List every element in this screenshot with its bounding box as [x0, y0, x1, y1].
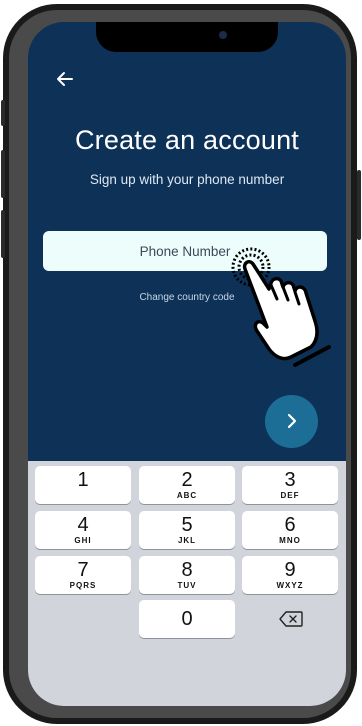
power-button	[357, 170, 361, 240]
page-subtitle: Sign up with your phone number	[89, 172, 285, 187]
key-8[interactable]: 8 TUV	[139, 556, 235, 594]
key-letters: JKL	[177, 536, 197, 545]
mute-switch	[1, 100, 5, 126]
key-letters: TUV	[177, 581, 197, 590]
key-digit: 5	[181, 514, 193, 536]
key-letters: GHI	[74, 536, 92, 545]
arrow-left-icon	[57, 72, 73, 86]
back-button[interactable]	[54, 68, 76, 90]
key-digit: 2	[181, 469, 193, 491]
key-5[interactable]: 5 JKL	[139, 511, 235, 549]
key-1[interactable]: 1	[35, 466, 131, 504]
chevron-right-icon	[287, 413, 297, 429]
tap-hand-icon	[231, 247, 331, 367]
key-letters: DEF	[280, 491, 300, 500]
key-digit: 4	[77, 514, 89, 536]
key-digit: 0	[181, 608, 193, 630]
key-6[interactable]: 6 MNO	[242, 511, 338, 549]
key-3[interactable]: 3 DEF	[242, 466, 338, 504]
volume-up-button	[1, 150, 5, 198]
key-digit: 9	[284, 559, 296, 581]
numeric-keypad: 1 2 ABC 3 DEF 4 GHI 5 JKL 6 MNO 7 PQRS 8	[28, 461, 346, 706]
key-9[interactable]: 9 WXYZ	[242, 556, 338, 594]
key-digit: 7	[77, 559, 89, 581]
delete-key[interactable]	[242, 600, 338, 638]
notch	[96, 22, 278, 52]
key-digit: 1	[77, 469, 89, 491]
volume-down-button	[1, 210, 5, 258]
key-digit: 3	[284, 469, 296, 491]
app-screen: Create an account Sign up with your phon…	[28, 22, 346, 706]
key-0[interactable]: 0	[139, 600, 235, 638]
camera-icon	[219, 31, 227, 39]
key-letters: WXYZ	[276, 581, 304, 590]
backspace-icon	[279, 611, 303, 627]
key-2[interactable]: 2 ABC	[139, 466, 235, 504]
key-digit: 8	[181, 559, 193, 581]
next-button[interactable]	[265, 395, 318, 448]
page-title: Create an account	[74, 125, 300, 155]
key-7[interactable]: 7 PQRS	[35, 556, 131, 594]
key-letters: MNO	[279, 536, 301, 545]
key-letters: PQRS	[69, 581, 97, 590]
key-4[interactable]: 4 GHI	[35, 511, 131, 549]
key-letters: ABC	[176, 491, 198, 500]
key-digit: 6	[284, 514, 296, 536]
